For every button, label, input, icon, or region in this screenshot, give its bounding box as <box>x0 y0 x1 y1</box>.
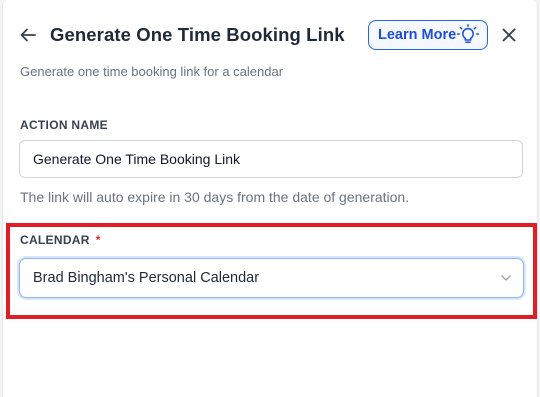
calendar-select[interactable]: Brad Bingham's Personal Calendar <box>19 258 524 298</box>
calendar-label: CALENDAR <box>20 233 90 247</box>
action-name-label: ACTION NAME <box>20 118 108 132</box>
panel-subtitle: Generate one time booking link for a cal… <box>20 64 284 79</box>
back-button[interactable] <box>17 24 39 46</box>
close-icon <box>502 28 516 42</box>
required-marker: * <box>95 233 101 247</box>
booking-link-panel: Generate One Time Booking Link Learn Mor… <box>2 0 538 397</box>
lightbulb-icon <box>457 24 479 43</box>
action-name-input[interactable] <box>19 140 523 178</box>
learn-more-button[interactable]: Learn More <box>368 20 488 50</box>
page-title: Generate One Time Booking Link <box>50 24 345 45</box>
expiry-help-text: The link will auto expire in 30 days fro… <box>20 189 410 205</box>
calendar-selected-value: Brad Bingham's Personal Calendar <box>33 270 260 286</box>
calendar-label-row: CALENDAR * <box>20 233 101 247</box>
back-arrow-icon <box>20 28 36 42</box>
panel-header: Generate One Time Booking Link Learn Mor… <box>3 0 537 79</box>
chevron-down-icon <box>501 275 511 281</box>
close-button[interactable] <box>499 25 519 45</box>
learn-more-label: Learn More <box>378 27 457 43</box>
